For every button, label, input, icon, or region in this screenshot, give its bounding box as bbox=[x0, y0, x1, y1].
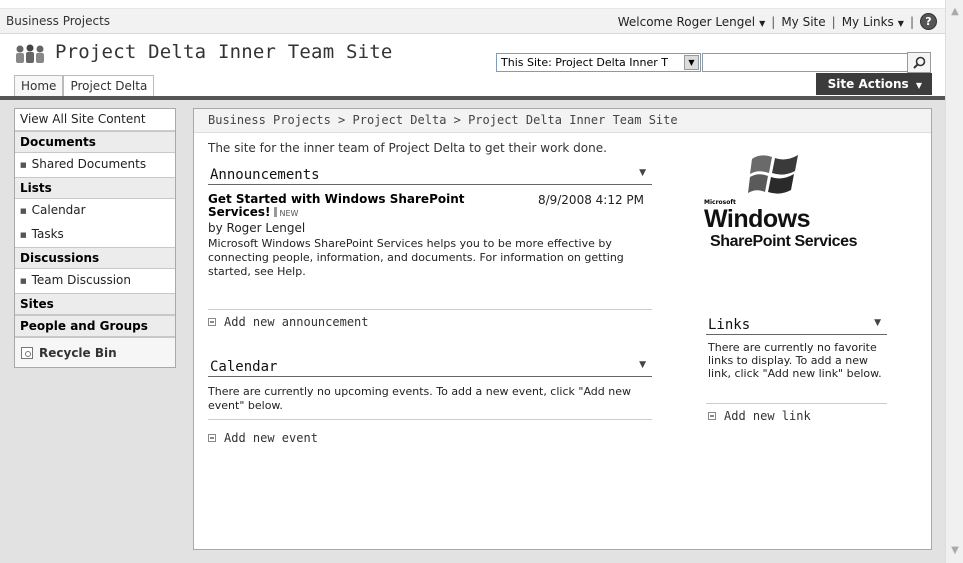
add-new-announcement-link[interactable]: Add new announcement bbox=[208, 315, 369, 329]
add-new-link-label: Add new link bbox=[724, 409, 811, 423]
recycle-bin-icon bbox=[21, 346, 33, 359]
quick-launch-heading-sites[interactable]: Sites bbox=[15, 293, 175, 315]
page: Business Projects Welcome Roger Lengel ▼ … bbox=[0, 0, 945, 563]
new-badge: NEW bbox=[279, 209, 299, 218]
announcement-title-text: Get Started with Windows SharePoint Serv… bbox=[208, 192, 465, 219]
add-new-event-link[interactable]: Add new event bbox=[208, 431, 318, 445]
search-input[interactable] bbox=[702, 53, 908, 72]
quick-launch: View All Site Content Documents ■ Shared … bbox=[14, 108, 176, 368]
announcement-date: 8/9/2008 4:12 PM bbox=[537, 193, 644, 207]
separator: | bbox=[771, 14, 776, 29]
welcome-label: Welcome Roger Lengel bbox=[617, 14, 756, 29]
announcement-title-link[interactable]: Get Started with Windows SharePoint Serv… bbox=[208, 193, 508, 220]
scroll-up-icon[interactable]: ▲ bbox=[949, 6, 961, 18]
site-people-icon bbox=[16, 44, 44, 63]
vertical-scrollbar[interactable]: ▲ ▼ bbox=[945, 0, 963, 563]
windows-sharepoint-services-logo: Microsoft Windows SharePoint Services bbox=[704, 149, 884, 250]
quick-launch-item-label: Calendar bbox=[31, 203, 86, 217]
bullet-icon: ■ bbox=[20, 206, 27, 215]
welcome-menu[interactable]: Welcome Roger Lengel ▼ bbox=[618, 15, 766, 29]
separator: | bbox=[831, 14, 836, 29]
calendar-empty-text: There are currently no upcoming events. … bbox=[208, 385, 631, 412]
quick-launch-item-tasks[interactable]: ■ Tasks bbox=[15, 223, 175, 247]
webpart-menu-chevron-icon[interactable]: ▼ bbox=[639, 360, 646, 370]
divider bbox=[208, 309, 652, 310]
breadcrumb[interactable]: Business Projects > Project Delta > Proj… bbox=[194, 109, 931, 133]
windows-flag-icon bbox=[748, 155, 798, 194]
announcement-body: Microsoft Windows SharePoint Services he… bbox=[208, 237, 624, 278]
quick-launch-item-label: Tasks bbox=[31, 227, 64, 241]
scroll-down-icon[interactable]: ▼ bbox=[949, 545, 961, 557]
add-item-icon bbox=[708, 412, 716, 420]
recycle-bin-label: Recycle Bin bbox=[39, 345, 117, 360]
add-new-link-link[interactable]: Add new link bbox=[708, 409, 811, 423]
bullet-icon: ■ bbox=[20, 230, 27, 239]
new-marker-icon bbox=[273, 207, 277, 217]
main-content: Business Projects > Project Delta > Proj… bbox=[193, 108, 932, 550]
view-all-site-content-link[interactable]: View All Site Content bbox=[15, 109, 175, 131]
announcements-title[interactable]: Announcements bbox=[210, 167, 320, 183]
title-area: Project Delta Inner Team Site This Site:… bbox=[0, 35, 945, 97]
add-item-icon bbox=[208, 434, 216, 442]
quick-launch-item-team-discussion[interactable]: ■ Team Discussion bbox=[15, 269, 175, 293]
announcement-item: Get Started with Windows SharePoint Serv… bbox=[208, 193, 650, 279]
global-links: Welcome Roger Lengel ▼ | My Site | My Lin… bbox=[618, 13, 937, 30]
calendar-title[interactable]: Calendar bbox=[210, 359, 277, 375]
logo-windows-text: Windows bbox=[704, 205, 811, 233]
announcements-webpart: Announcements ▼ Get Started with Windows… bbox=[208, 165, 652, 335]
chevron-down-icon: ▼ bbox=[897, 18, 904, 28]
recycle-bin-link[interactable]: Recycle Bin bbox=[15, 337, 175, 367]
links-empty-text: There are currently no favorite links to… bbox=[708, 341, 882, 380]
top-nav: Home Project Delta bbox=[14, 75, 155, 97]
quick-launch-item-label: Shared Documents bbox=[31, 157, 147, 171]
site-actions-label: Site Actions bbox=[827, 77, 909, 91]
announcements-header: Announcements ▼ bbox=[208, 165, 652, 185]
search-button[interactable] bbox=[907, 52, 931, 73]
quick-launch-heading-lists[interactable]: Lists bbox=[15, 177, 175, 199]
chevron-down-icon[interactable]: ▼ bbox=[684, 55, 699, 70]
quick-launch-heading-documents[interactable]: Documents bbox=[15, 131, 175, 153]
divider bbox=[208, 419, 652, 420]
calendar-header: Calendar ▼ bbox=[208, 357, 652, 377]
quick-launch-heading-people-and-groups[interactable]: People and Groups bbox=[15, 315, 175, 337]
tab-home[interactable]: Home bbox=[14, 75, 64, 97]
my-links-menu[interactable]: My Links ▼ bbox=[842, 15, 904, 29]
bullet-icon: ■ bbox=[20, 160, 27, 169]
quick-launch-item-calendar[interactable]: ■ Calendar bbox=[15, 199, 175, 223]
search-icon bbox=[912, 56, 925, 69]
separator: | bbox=[909, 14, 914, 29]
my-links-label: My Links bbox=[841, 14, 894, 29]
site-actions-menu[interactable]: Site Actions ▼ bbox=[816, 73, 932, 95]
global-breadcrumb-link[interactable]: Business Projects bbox=[6, 14, 110, 28]
links-title[interactable]: Links bbox=[708, 317, 750, 333]
announcement-author: by Roger Lengel bbox=[208, 221, 306, 235]
help-icon[interactable]: ? bbox=[920, 13, 937, 30]
my-site-link[interactable]: My Site bbox=[781, 15, 825, 29]
webpart-menu-chevron-icon[interactable]: ▼ bbox=[874, 318, 881, 328]
quick-launch-item-label: Team Discussion bbox=[31, 273, 131, 287]
chevron-down-icon: ▼ bbox=[915, 81, 922, 90]
divider bbox=[706, 403, 887, 404]
logo-product-text: SharePoint Services bbox=[710, 233, 858, 250]
search-scope-select[interactable]: This Site: Project Delta Inner T ▼ bbox=[496, 53, 701, 72]
site-title[interactable]: Project Delta Inner Team Site bbox=[55, 41, 393, 63]
add-new-event-label: Add new event bbox=[224, 431, 318, 445]
bullet-icon: ■ bbox=[20, 276, 27, 285]
global-bar: Business Projects Welcome Roger Lengel ▼ … bbox=[0, 8, 945, 34]
chevron-down-icon: ▼ bbox=[759, 18, 766, 28]
webpart-menu-chevron-icon[interactable]: ▼ bbox=[639, 168, 646, 178]
search-scope-value: This Site: Project Delta Inner T bbox=[501, 56, 668, 69]
body-area: View All Site Content Documents ■ Shared … bbox=[0, 100, 945, 563]
calendar-webpart: Calendar ▼ There are currently no upcomi… bbox=[208, 357, 652, 427]
quick-launch-heading-discussions[interactable]: Discussions bbox=[15, 247, 175, 269]
quick-launch-item-shared-documents[interactable]: ■ Shared Documents bbox=[15, 153, 175, 177]
add-item-icon bbox=[208, 318, 216, 326]
tab-project-delta[interactable]: Project Delta bbox=[63, 75, 155, 97]
site-description: The site for the inner team of Project D… bbox=[208, 141, 607, 155]
links-webpart: Links ▼ There are currently no favorite … bbox=[706, 315, 887, 405]
links-header: Links ▼ bbox=[706, 315, 887, 335]
add-new-announcement-label: Add new announcement bbox=[224, 315, 369, 329]
